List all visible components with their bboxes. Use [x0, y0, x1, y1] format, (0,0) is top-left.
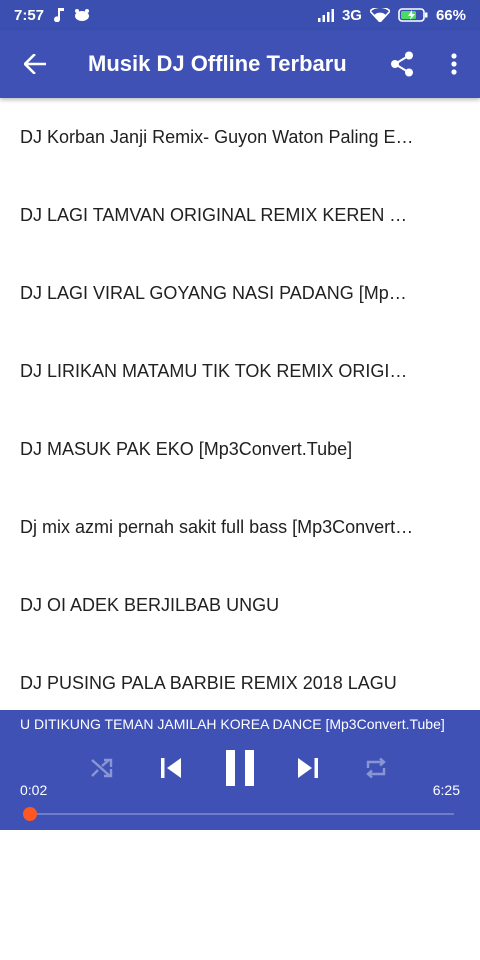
current-time: 0:02 [20, 782, 48, 798]
track-title: DJ MASUK PAK EKO [Mp3Convert.Tube] [20, 438, 353, 459]
notification-icon [74, 9, 90, 21]
track-title: DJ LIRIKAN MATAMU TIK TOK REMIX ORIGINAL [20, 360, 416, 381]
seek-bar[interactable] [28, 813, 454, 815]
battery-percent: 66% [435, 6, 466, 24]
wifi-icon [369, 8, 390, 22]
network-type: 3G [341, 6, 362, 24]
track-title: DJ LAGI VIRAL GOYANG NASI PADANG [Mp3Con… [20, 282, 416, 303]
track-item[interactable]: DJ PUSING PALA BARBIE REMIX 2018 LAGU [0, 644, 480, 710]
skip-next-icon [298, 758, 318, 778]
signal-icon [317, 8, 334, 22]
more-options-button[interactable] [428, 30, 480, 98]
music-note-icon [54, 8, 65, 22]
skip-previous-icon [161, 758, 181, 778]
now-playing-title: U DITIKUNG TEMAN JAMILAH KOREA DANCE [Mp… [20, 716, 445, 732]
track-item[interactable]: DJ LAGI TAMVAN ORIGINAL REMIX KEREN TERB… [0, 176, 480, 254]
repeat-button[interactable] [362, 754, 390, 782]
track-list: DJ Korban Janji Remix- Guyon Waton Palin… [0, 98, 480, 710]
shuffle-icon [91, 758, 113, 778]
total-time: 6:25 [432, 782, 460, 798]
pause-icon [226, 750, 254, 786]
back-arrow-icon [24, 54, 46, 74]
player-controls [0, 746, 480, 790]
track-item[interactable]: DJ Korban Janji Remix- Guyon Waton Palin… [0, 98, 480, 176]
track-title: DJ OI ADEK BERJILBAB UNGU [20, 594, 280, 615]
repeat-icon [366, 757, 386, 779]
track-title: DJ LAGI TAMVAN ORIGINAL REMIX KEREN TERB… [20, 204, 416, 225]
track-title: Dj mix azmi pernah sakit full bass [Mp3C… [20, 516, 416, 537]
battery-charging-icon [398, 8, 428, 22]
track-item[interactable]: DJ MASUK PAK EKO [Mp3Convert.Tube] [0, 410, 480, 488]
track-item[interactable]: DJ LIRIKAN MATAMU TIK TOK REMIX ORIGINAL [0, 332, 480, 410]
pause-button[interactable] [220, 746, 260, 790]
share-button[interactable] [376, 30, 428, 98]
media-player: U DITIKUNG TEMAN JAMILAH KOREA DANCE [Mp… [0, 710, 480, 830]
track-item[interactable]: Dj mix azmi pernah sakit full bass [Mp3C… [0, 488, 480, 566]
seek-thumb[interactable] [23, 807, 38, 821]
app-bar: Musik DJ Offline Terbaru [0, 30, 480, 98]
page-title: Musik DJ Offline Terbaru [88, 51, 347, 76]
back-button[interactable] [0, 30, 70, 98]
status-time: 7:57 [14, 6, 45, 24]
shuffle-button[interactable] [88, 754, 116, 782]
track-item[interactable]: DJ LAGI VIRAL GOYANG NASI PADANG [Mp3Con… [0, 254, 480, 332]
share-icon [391, 51, 413, 77]
track-title: DJ Korban Janji Remix- Guyon Waton Palin… [20, 126, 416, 147]
next-button[interactable] [293, 752, 323, 784]
previous-button[interactable] [156, 752, 186, 784]
track-title: DJ PUSING PALA BARBIE REMIX 2018 LAGU [20, 672, 397, 693]
more-vert-icon [451, 53, 457, 75]
status-bar: 7:57 3G 66% [0, 0, 480, 30]
track-item[interactable]: DJ OI ADEK BERJILBAB UNGU [0, 566, 480, 644]
